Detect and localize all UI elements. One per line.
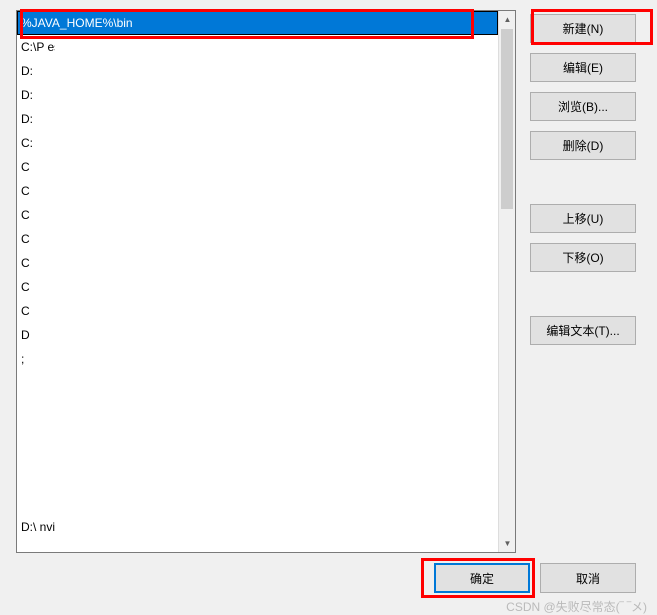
edit-text-button[interactable]: 编辑文本(T)... — [530, 316, 636, 345]
move-down-button[interactable]: 下移(O) — [530, 243, 636, 272]
scroll-up-button[interactable]: ▲ — [499, 11, 516, 28]
spacer — [530, 282, 636, 306]
browse-button[interactable]: 浏览(B)... — [530, 92, 636, 121]
list-item[interactable]: D: — [17, 59, 498, 83]
new-button[interactable]: 新建(N) — [530, 14, 636, 43]
list-item[interactable]: D: — [17, 83, 498, 107]
list-item[interactable]: D — [17, 323, 498, 347]
delete-button[interactable]: 删除(D) — [530, 131, 636, 160]
list-item[interactable]: C:\P es\Com — [17, 35, 498, 59]
list-item[interactable]: ; — [17, 347, 498, 371]
list-item[interactable]: C: — [17, 131, 498, 155]
list-item[interactable] — [17, 467, 498, 491]
ok-button[interactable]: 确定 — [434, 563, 530, 593]
list-item[interactable] — [17, 443, 498, 467]
watermark-text: CSDN @失败尽常态(‾ ‾メ) — [506, 598, 647, 615]
content-area: %JAVA_HOME%\bin C:\P es\Com D: D: D: C: … — [8, 0, 648, 553]
list-item[interactable] — [17, 491, 498, 515]
vertical-scrollbar[interactable]: ▲ ▼ — [498, 11, 515, 552]
edit-button[interactable]: 编辑(E) — [530, 53, 636, 82]
list-item[interactable] — [17, 419, 498, 443]
env-var-edit-dialog: %JAVA_HOME%\bin C:\P es\Com D: D: D: C: … — [8, 0, 648, 605]
path-list-scroll: %JAVA_HOME%\bin C:\P es\Com D: D: D: C: … — [17, 11, 498, 552]
list-item[interactable]: C — [17, 203, 498, 227]
scroll-down-button[interactable]: ▼ — [499, 535, 516, 552]
list-item[interactable]: C — [17, 155, 498, 179]
list-item[interactable] — [17, 395, 498, 419]
path-list: %JAVA_HOME%\bin C:\P es\Com D: D: D: C: … — [16, 10, 516, 553]
scroll-thumb[interactable] — [501, 29, 513, 209]
spacer — [530, 170, 636, 194]
list-item-selected[interactable]: %JAVA_HOME%\bin — [17, 11, 498, 35]
list-item[interactable]: C — [17, 299, 498, 323]
list-item[interactable]: C — [17, 179, 498, 203]
cancel-button[interactable]: 取消 — [540, 563, 636, 593]
list-item[interactable]: C — [17, 275, 498, 299]
dialog-button-bar: 确定 取消 — [434, 563, 636, 593]
list-item[interactable] — [17, 371, 498, 395]
list-item[interactable]: C — [17, 251, 498, 275]
list-item[interactable]: C — [17, 227, 498, 251]
move-up-button[interactable]: 上移(U) — [530, 204, 636, 233]
button-column: 新建(N) 编辑(E) 浏览(B)... 删除(D) 上移(U) 下移(O) 编… — [530, 10, 636, 553]
list-item[interactable]: D: — [17, 107, 498, 131]
list-item[interactable]: D:\ nvironment\ code e\ mi — [17, 515, 498, 539]
